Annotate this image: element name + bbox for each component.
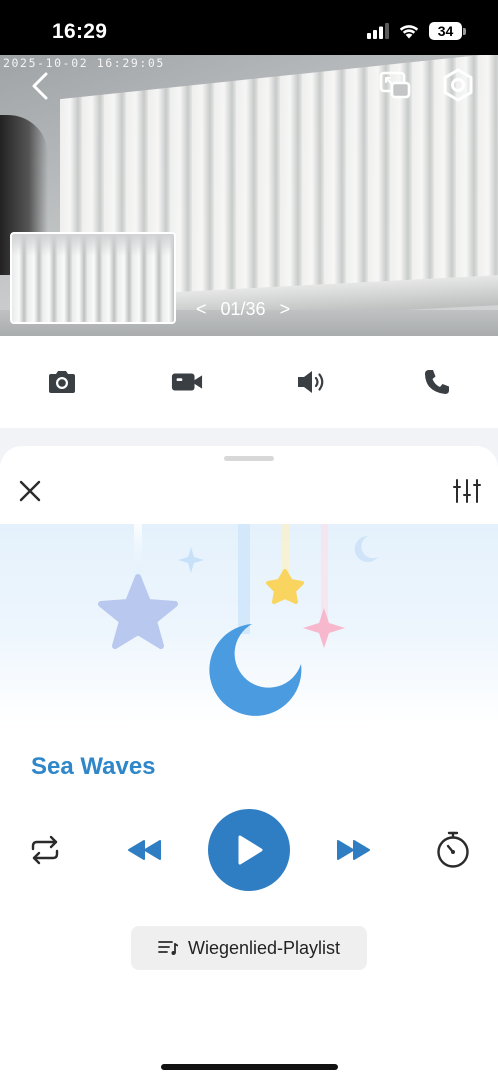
moon-and-stars-image [98, 524, 378, 716]
equalizer-icon[interactable] [453, 478, 481, 504]
playlist-button[interactable]: Wiegenlied-Playlist [131, 926, 367, 970]
play-icon [238, 835, 263, 865]
pager-prev-button[interactable]: < [196, 299, 207, 320]
recording-pager: < 01/36 > [196, 299, 290, 320]
play-button[interactable] [208, 809, 290, 891]
fast-forward-button[interactable] [335, 836, 373, 864]
close-icon[interactable] [18, 479, 42, 503]
fast-forward-icon [337, 840, 370, 860]
repeat-icon [31, 835, 59, 865]
playlist-icon [158, 941, 178, 955]
pager-count: 01/36 [220, 299, 266, 319]
track-title: Sea Waves [31, 753, 156, 780]
call-button[interactable] [421, 366, 453, 398]
status-bar: 16:29 34 [0, 0, 498, 55]
sheet-drag-handle[interactable] [224, 456, 274, 461]
status-indicators: 34 [367, 22, 466, 40]
playlist-label: Wiegenlied-Playlist [187, 937, 341, 958]
battery-icon: 34 [429, 22, 466, 40]
recording-thumbnail[interactable] [10, 232, 176, 324]
record-button[interactable] [171, 366, 203, 398]
camera-live-view[interactable]: 2025-10-02 16:29:05 < 01/36 > [0, 55, 498, 336]
camera-action-bar [0, 336, 498, 428]
pager-next-button[interactable]: > [280, 299, 291, 320]
rewind-icon [128, 840, 161, 860]
phone-icon [425, 370, 449, 394]
signal-icon [367, 23, 389, 39]
lullaby-illustration [0, 524, 498, 724]
timer-icon [437, 831, 469, 868]
back-icon[interactable] [26, 71, 56, 101]
home-indicator[interactable] [161, 1064, 338, 1070]
repeat-button[interactable] [27, 832, 63, 868]
sleep-timer-button[interactable] [435, 830, 471, 870]
speaker-button[interactable] [296, 366, 328, 398]
picture-in-picture-icon[interactable] [379, 70, 411, 100]
rewind-button[interactable] [125, 836, 163, 864]
battery-level: 34 [429, 22, 462, 40]
wifi-icon [399, 25, 419, 39]
video-timestamp: 2025-10-02 16:29:05 [3, 56, 165, 70]
speaker-icon [298, 371, 324, 393]
status-time: 16:29 [52, 20, 108, 43]
settings-icon[interactable] [441, 68, 475, 102]
snapshot-button[interactable] [46, 366, 78, 398]
video-camera-icon [171, 373, 203, 391]
lullaby-player-sheet: Sea Waves Wiegenlied-Playlist [0, 446, 498, 1080]
camera-icon [49, 371, 75, 393]
